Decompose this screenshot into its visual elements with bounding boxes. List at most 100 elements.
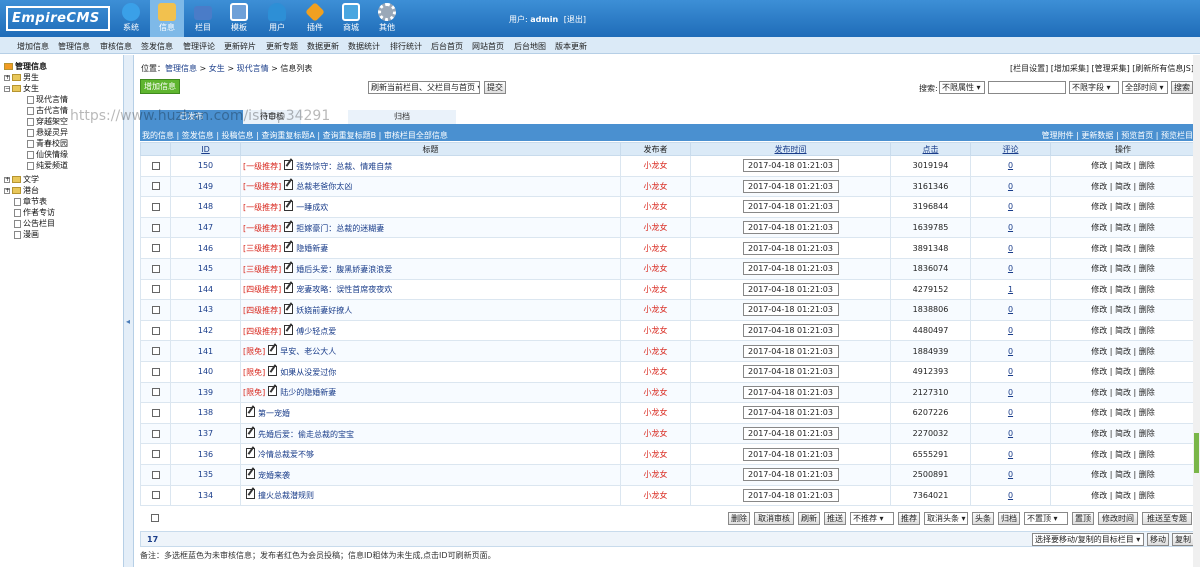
- set-top-button[interactable]: 置顶: [1072, 512, 1094, 525]
- tree-node-comics[interactable]: 漫画: [14, 229, 39, 240]
- row-time-input[interactable]: 2017-04-18 01:21:03: [742, 282, 839, 296]
- row-id[interactable]: 147: [170, 216, 241, 239]
- row-id[interactable]: 136: [170, 443, 241, 465]
- row-checkbox[interactable]: [151, 161, 160, 170]
- scrollbar[interactable]: [1193, 55, 1200, 567]
- row-title-link[interactable]: 总裁老爸你太凶: [296, 182, 352, 191]
- row-time-input[interactable]: 2017-04-18 01:21:03: [742, 344, 839, 358]
- plus-icon[interactable]: +: [4, 176, 10, 183]
- submenu-admin-home[interactable]: 后台首页: [431, 41, 463, 52]
- tree-node-campus[interactable]: 青春校园: [27, 138, 68, 149]
- row-checkbox[interactable]: [151, 367, 160, 376]
- row-comments-link[interactable]: 0: [1008, 264, 1013, 273]
- minus-icon[interactable]: −: [4, 85, 10, 92]
- row-ops[interactable]: 修改 | 简改 | 删除: [1050, 175, 1196, 198]
- breadcrumb-modern[interactable]: 现代言情: [237, 64, 269, 73]
- submenu-add-info[interactable]: 增加信息: [17, 41, 49, 52]
- row-ops[interactable]: 修改 | 简改 | 删除: [1050, 216, 1196, 239]
- row-ops[interactable]: 修改 | 简改 | 删除: [1050, 196, 1196, 218]
- tree-node-xianxia[interactable]: 仙侠情缘: [27, 149, 68, 160]
- row-id[interactable]: 150: [170, 155, 241, 177]
- row-time-input[interactable]: 2017-04-18 01:21:03: [742, 468, 839, 482]
- row-comments-link[interactable]: 1: [1008, 285, 1013, 294]
- row-checkbox[interactable]: [151, 244, 160, 253]
- row-title-link[interactable]: 先婚后爱：偷走总裁的宝宝: [258, 430, 354, 439]
- breadcrumb-manage[interactable]: 管理信息: [165, 64, 197, 73]
- row-comments-link[interactable]: 0: [1008, 429, 1013, 438]
- row-checkbox[interactable]: [151, 347, 160, 356]
- row-comments-link[interactable]: 0: [1008, 244, 1013, 253]
- submit-button[interactable]: 提交: [484, 81, 506, 94]
- row-ops[interactable]: 修改 | 简改 | 删除: [1050, 360, 1196, 383]
- row-title-link[interactable]: 宠妻攻略：误性首席夜夜欢: [296, 285, 392, 294]
- info-links-right[interactable]: 管理附件 | 更新数据 | 预览首页 | 预览栏目: [1042, 130, 1193, 141]
- row-ops[interactable]: 修改 | 简改 | 删除: [1050, 340, 1196, 362]
- search-input[interactable]: [988, 81, 1066, 94]
- cancel-audit-button[interactable]: 取消审核: [754, 512, 794, 525]
- tree-node-female[interactable]: − 女生: [4, 83, 39, 94]
- logout-link[interactable]: [退出]: [564, 15, 586, 24]
- row-time-input[interactable]: 2017-04-18 01:21:03: [742, 488, 839, 502]
- row-time-input[interactable]: 2017-04-18 01:21:03: [742, 385, 839, 399]
- nav-shop[interactable]: 商城: [334, 0, 368, 37]
- col-comments[interactable]: 评论: [970, 142, 1051, 156]
- submenu-data-stats[interactable]: 数据统计: [348, 41, 380, 52]
- tree-node-announcements[interactable]: 公告栏目: [14, 218, 55, 229]
- row-ops[interactable]: 修改 | 简改 | 删除: [1050, 402, 1196, 424]
- edit-time-button[interactable]: 修改时间: [1098, 512, 1138, 525]
- row-title-link[interactable]: 宠婚来袭: [258, 471, 290, 480]
- row-checkbox[interactable]: [151, 182, 160, 191]
- submenu-rank-stats[interactable]: 排行统计: [390, 41, 422, 52]
- submenu-site-home[interactable]: 网站首页: [472, 41, 504, 52]
- refresh-select[interactable]: 刷新当前栏目、父栏目与首页 ▾: [368, 81, 480, 94]
- push-topic-button[interactable]: 推送至专题: [1142, 512, 1192, 525]
- sidebar-toggle[interactable]: ◂: [124, 55, 134, 567]
- row-id[interactable]: 148: [170, 196, 241, 218]
- row-ops[interactable]: 修改 | 简改 | 删除: [1050, 257, 1196, 280]
- row-time-input[interactable]: 2017-04-18 01:21:03: [742, 262, 839, 276]
- tree-node-ancient-romance[interactable]: 古代言情: [27, 105, 68, 116]
- copy-button[interactable]: 复制: [1172, 533, 1194, 546]
- row-comments-link[interactable]: 0: [1008, 347, 1013, 356]
- row-time-input[interactable]: 2017-04-18 01:21:03: [742, 221, 839, 235]
- row-comments-link[interactable]: 0: [1008, 491, 1013, 500]
- tree-node-hk-tw[interactable]: + 港台: [4, 185, 39, 196]
- add-info-button[interactable]: 增加信息: [140, 79, 180, 94]
- row-title-link[interactable]: 拒嫁豪门：总裁的迷糊妻: [296, 224, 384, 233]
- row-id[interactable]: 146: [170, 237, 241, 259]
- row-time-input[interactable]: 2017-04-18 01:21:03: [742, 406, 839, 420]
- row-checkbox[interactable]: [151, 429, 160, 438]
- field-select[interactable]: 不限字段 ▾: [1069, 81, 1119, 94]
- nav-plugin[interactable]: 插件: [298, 0, 332, 37]
- select-all-checkbox[interactable]: [151, 514, 159, 522]
- headline-select[interactable]: 取消头条 ▾: [924, 512, 968, 525]
- row-time-input[interactable]: 2017-04-18 01:21:03: [742, 447, 839, 461]
- row-title-link[interactable]: 一睡成欢: [296, 203, 328, 212]
- row-ops[interactable]: 修改 | 简改 | 删除: [1050, 155, 1196, 177]
- row-id[interactable]: 140: [170, 360, 241, 383]
- headline-button[interactable]: 头条: [972, 512, 994, 525]
- tree-node-time-travel[interactable]: 穿越架空: [27, 116, 68, 127]
- tree-node-male[interactable]: + 男生: [4, 72, 39, 83]
- row-id[interactable]: 143: [170, 299, 241, 321]
- plus-icon[interactable]: +: [4, 74, 10, 81]
- row-title-link[interactable]: 第一宠婚: [258, 409, 290, 418]
- row-comments-link[interactable]: 0: [1008, 408, 1013, 417]
- row-id[interactable]: 137: [170, 422, 241, 445]
- submenu-manage-info[interactable]: 管理信息: [58, 41, 90, 52]
- row-ops[interactable]: 修改 | 简改 | 删除: [1050, 237, 1196, 259]
- recommend-button[interactable]: 推荐: [898, 512, 920, 525]
- row-comments-link[interactable]: 0: [1008, 470, 1013, 479]
- row-title-link[interactable]: 早安、老公大人: [280, 347, 336, 356]
- row-comments-link[interactable]: 0: [1008, 450, 1013, 459]
- row-time-input[interactable]: 2017-04-18 01:21:03: [742, 427, 839, 441]
- row-checkbox[interactable]: [151, 264, 160, 273]
- row-comments-link[interactable]: 0: [1008, 223, 1013, 232]
- row-title-link[interactable]: 傅少轻点爱: [296, 327, 336, 336]
- row-id[interactable]: 145: [170, 257, 241, 280]
- row-time-input[interactable]: 2017-04-18 01:21:03: [742, 303, 839, 317]
- row-ops[interactable]: 修改 | 简改 | 删除: [1050, 381, 1196, 404]
- nav-user[interactable]: 用户: [260, 0, 294, 37]
- row-checkbox[interactable]: [151, 470, 160, 479]
- row-comments-link[interactable]: 0: [1008, 388, 1013, 397]
